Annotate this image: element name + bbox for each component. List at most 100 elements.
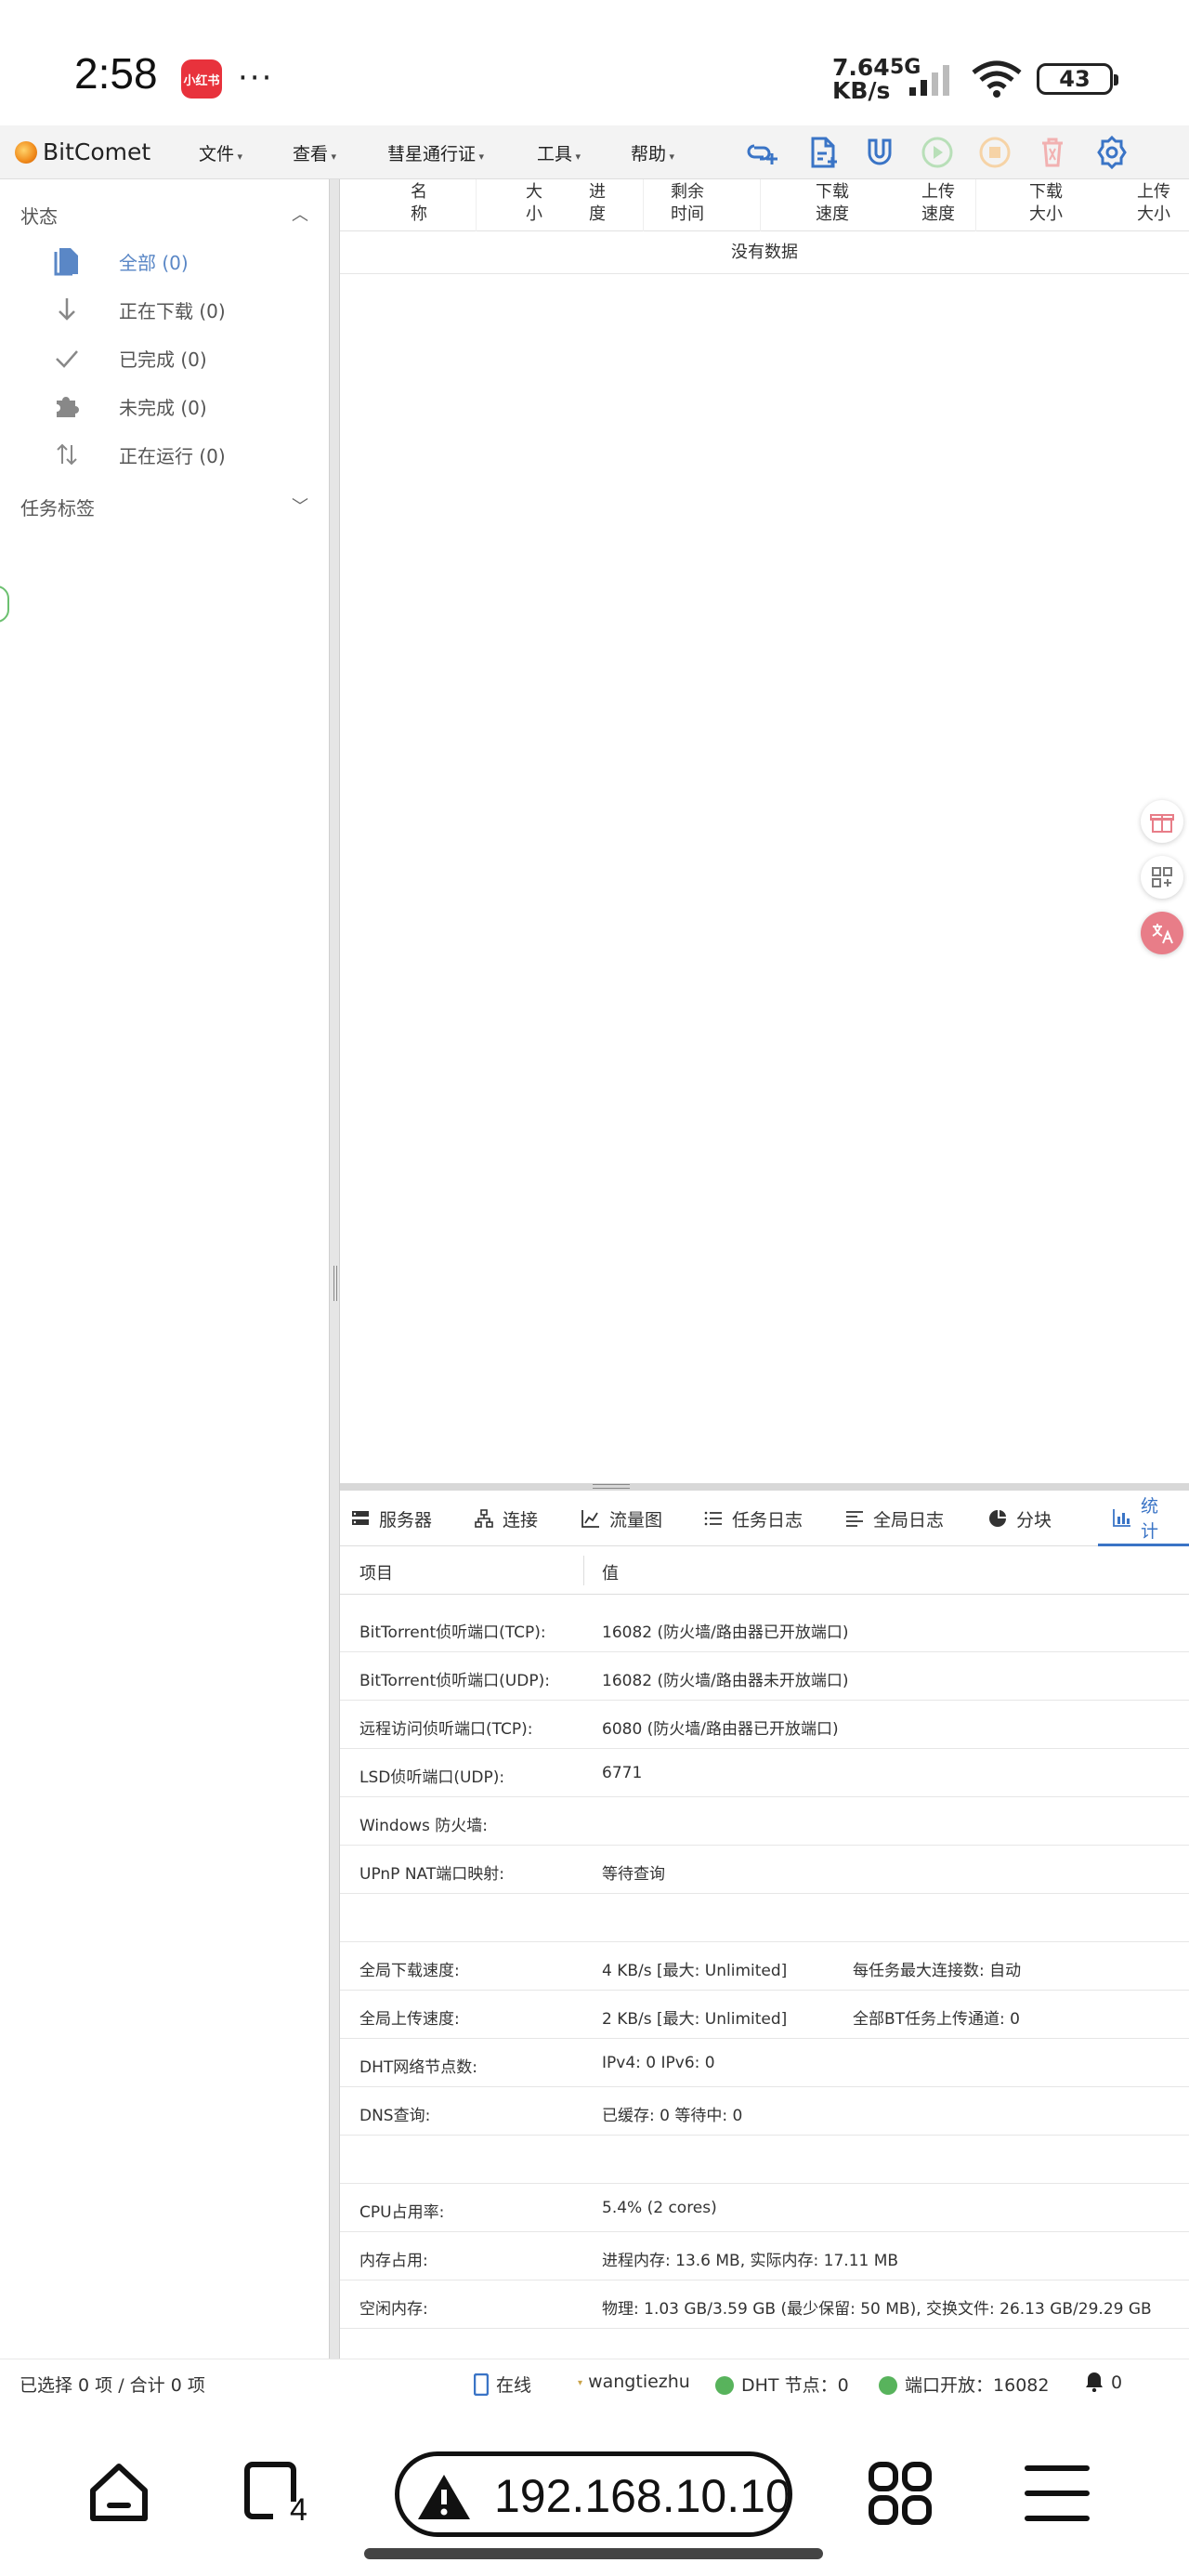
panel-splitter[interactable] bbox=[340, 1483, 1189, 1491]
wifi-icon bbox=[972, 60, 1022, 98]
header-value: 值 bbox=[602, 1564, 619, 1584]
user-account[interactable]: ▾ wangtiezhu bbox=[578, 2372, 690, 2392]
statistics-table: 项目 值 BitTorrent侦听端口(TCP): 16082 (防火墙/路由器已… bbox=[340, 1546, 1189, 2334]
column-name[interactable]: 名称 bbox=[405, 181, 433, 226]
statistics-value: 6080 (防火墙/路由器已开放端口) bbox=[602, 1720, 839, 1739]
tags-section-header[interactable]: 任务标签 ﹀ bbox=[20, 493, 308, 520]
delete-icon[interactable] bbox=[1035, 135, 1070, 170]
column-upload-speed[interactable]: 上传 速度 bbox=[912, 181, 964, 226]
statistics-value: 等待查询 bbox=[602, 1865, 665, 1884]
online-status[interactable]: 在线 bbox=[473, 2372, 531, 2397]
menu-file[interactable]: 文件 bbox=[199, 140, 242, 165]
menu-comet-pass[interactable]: 彗星通行证 bbox=[387, 140, 484, 165]
add-torrent-file-icon[interactable] bbox=[804, 135, 840, 170]
network-speed-value: 7.64 bbox=[832, 54, 890, 81]
statistics-value: 16082 (防火墙/路由器未开放端口) bbox=[602, 1672, 849, 1690]
start-icon[interactable] bbox=[920, 135, 955, 170]
tab-servers[interactable]: 服务器 bbox=[351, 1491, 432, 1546]
statistics-value: 16082 (防火墙/路由器已开放端口) bbox=[602, 1623, 849, 1642]
gesture-bar[interactable] bbox=[364, 2548, 823, 2559]
tab-statistics[interactable]: 统计 bbox=[1098, 1491, 1189, 1546]
home-icon[interactable] bbox=[85, 2459, 152, 2526]
warning-icon bbox=[418, 2475, 470, 2519]
network-speed-unit: KB/s bbox=[832, 77, 891, 104]
column-downloaded-size[interactable]: 下载 大小 bbox=[1020, 181, 1072, 226]
statistics-key: 内存占用: bbox=[359, 2252, 428, 2270]
sidebar-item-downloading[interactable]: 正在下载 (0) bbox=[50, 293, 226, 326]
panel-splitter-grip-icon[interactable] bbox=[593, 1484, 630, 1489]
column-download-speed[interactable]: 下载 速度 bbox=[806, 181, 858, 226]
translate-icon[interactable] bbox=[1141, 912, 1183, 954]
dht-status: DHT 节点：0 bbox=[715, 2372, 849, 2397]
splitter-grip-icon[interactable] bbox=[333, 1266, 337, 1301]
document-icon bbox=[50, 244, 84, 278]
detail-tabs: 服务器 连接 流量图 任务日志 全局日志 分块 统计 bbox=[340, 1491, 1189, 1546]
notifications[interactable]: 0 bbox=[1085, 2372, 1122, 2393]
header-item: 项目 bbox=[359, 1564, 393, 1584]
address-bar[interactable]: 192.168.10.103:6 bbox=[395, 2451, 792, 2537]
chevron-up-icon[interactable]: ︿ bbox=[292, 202, 308, 226]
bell-icon bbox=[1086, 2372, 1103, 2393]
stop-icon[interactable] bbox=[977, 135, 1013, 170]
status-section-header[interactable]: 状态 ︿ bbox=[20, 202, 308, 229]
column-progress[interactable]: 进度 bbox=[583, 181, 611, 226]
sidebar-item-all[interactable]: 全部 (0) bbox=[50, 244, 189, 278]
add-link-icon[interactable] bbox=[745, 135, 780, 170]
menu-icon[interactable] bbox=[1024, 2463, 1091, 2524]
tab-task-log[interactable]: 任务日志 bbox=[704, 1491, 803, 1546]
statistics-row: DNS查询: 已缓存: 0 等待中: 0 bbox=[340, 2087, 1189, 2136]
statistics-key: DNS查询: bbox=[359, 2107, 431, 2125]
statistics-row bbox=[340, 1894, 1189, 1942]
menu-view[interactable]: 查看 bbox=[293, 140, 336, 165]
app-name: BitComet bbox=[43, 138, 151, 165]
tab-traffic-graph[interactable]: 流量图 bbox=[581, 1491, 662, 1546]
check-icon bbox=[50, 341, 84, 375]
gift-icon[interactable] bbox=[1141, 800, 1183, 843]
statistics-key: CPU占用率: bbox=[359, 2203, 445, 2222]
port-status-dot-icon bbox=[879, 2376, 897, 2395]
magnet-icon[interactable] bbox=[862, 135, 897, 170]
statistics-row: DHT网络节点数: IPv4: 0 IPv6: 0 bbox=[340, 2039, 1189, 2087]
phone-status-bar: 2:58 小红书 ··· 7.64 KB/s 5G 43 bbox=[0, 0, 1189, 125]
xiaohongshu-notification-icon: 小红书 bbox=[181, 59, 222, 99]
statistics-key: LSD侦听端口(UDP): bbox=[359, 1768, 505, 1787]
menu-help[interactable]: 帮助 bbox=[631, 140, 674, 165]
column-remaining-time[interactable]: 剩余 时间 bbox=[661, 181, 713, 226]
url-text: 192.168.10.103:6 bbox=[494, 2470, 791, 2522]
status-section-title: 状态 bbox=[20, 205, 58, 228]
statistics-key: 远程访问侦听端口(TCP): bbox=[359, 1720, 533, 1739]
menu-tools[interactable]: 工具 bbox=[537, 140, 581, 165]
sidebar-item-running[interactable]: 正在运行 (0) bbox=[50, 438, 226, 471]
statistics-row: BitTorrent侦听端口(UDP): 16082 (防火墙/路由器未开放端口) bbox=[340, 1652, 1189, 1701]
statistics-key: 空闲内存: bbox=[359, 2300, 428, 2319]
task-list-header: 名称 大小 进度 剩余 时间 下载 速度 上传 速度 下载 大小 上传 大小 bbox=[340, 179, 1189, 231]
clock: 2:58 bbox=[74, 49, 158, 98]
user-icon: ▾ bbox=[578, 2378, 583, 2388]
statistics-key: 全局上传速度: bbox=[359, 2010, 460, 2029]
settings-icon[interactable] bbox=[1094, 135, 1130, 170]
tab-global-log[interactable]: 全局日志 bbox=[845, 1491, 944, 1546]
statistics-key: 全局下载速度: bbox=[359, 1962, 460, 1980]
align-left-icon bbox=[845, 1509, 864, 1528]
tab-connections[interactable]: 连接 bbox=[475, 1491, 538, 1546]
bitcomet-logo-icon bbox=[15, 140, 37, 164]
network-icon bbox=[475, 1509, 493, 1528]
statistics-row: 全局上传速度: 2 KB/s [最大: Unlimited] 全部BT任务上传通道:… bbox=[340, 1991, 1189, 2039]
server-icon bbox=[351, 1509, 370, 1528]
apps-grid-icon[interactable] bbox=[1141, 856, 1183, 899]
statistics-row: UPnP NAT端口映射: 等待查询 bbox=[340, 1846, 1189, 1894]
statistics-value: 进程内存: 13.6 MB, 实际内存: 17.11 MB bbox=[602, 2252, 899, 2270]
chevron-down-icon[interactable]: ﹀ bbox=[292, 493, 308, 518]
sidebar-item-incomplete[interactable]: 未完成 (0) bbox=[50, 389, 207, 423]
column-uploaded-size[interactable]: 上传 大小 bbox=[1128, 181, 1180, 226]
statistics-key: UPnP NAT端口映射: bbox=[359, 1865, 504, 1884]
tabs-button[interactable]: 4 bbox=[242, 2459, 310, 2528]
sidebar-item-completed[interactable]: 已完成 (0) bbox=[50, 341, 207, 375]
phone-icon bbox=[473, 2372, 490, 2397]
pie-chart-icon bbox=[988, 1509, 1007, 1528]
floating-handle[interactable] bbox=[0, 585, 9, 623]
tab-pieces[interactable]: 分块 bbox=[988, 1491, 1052, 1546]
column-size[interactable]: 大小 bbox=[520, 181, 548, 226]
apps-icon[interactable] bbox=[866, 2459, 934, 2528]
statistics-value: 2 KB/s [最大: Unlimited] bbox=[602, 2010, 788, 2029]
